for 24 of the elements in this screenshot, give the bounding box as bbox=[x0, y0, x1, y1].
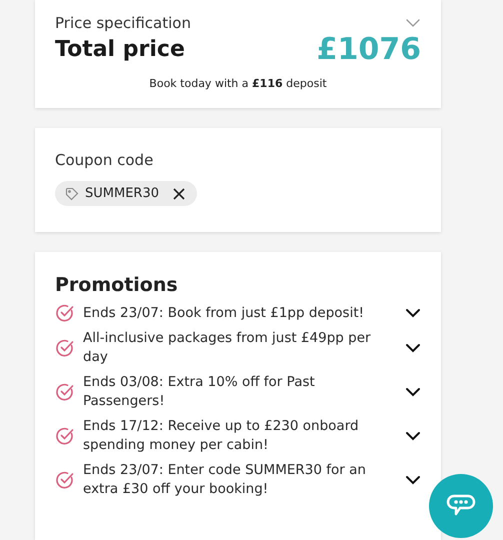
promotion-text: Ends 17/12: Receive up to £230 onboard spending money per cabin! bbox=[82, 417, 360, 455]
promotions-heading: Promotions bbox=[55, 274, 179, 296]
promotion-text: Ends 23/07: Enter code SUMMER30 for an extra £30 off your booking! bbox=[82, 461, 367, 499]
check-circle-icon bbox=[55, 338, 75, 358]
check-circle-icon bbox=[55, 382, 75, 402]
total-price-label: Total price bbox=[55, 37, 185, 62]
tag-icon bbox=[65, 186, 79, 200]
promotion-text: All-inclusive packages from just £49pp per day bbox=[82, 329, 372, 367]
promotion-text: Ends 03/08: Extra 10% off for Past Passengers! bbox=[82, 373, 316, 411]
deposit-note: Book today with a £116 deposit bbox=[148, 77, 328, 90]
total-price-amount: £1076 bbox=[316, 32, 421, 67]
close-icon[interactable] bbox=[173, 188, 185, 200]
check-circle-icon bbox=[55, 426, 75, 446]
chevron-down-icon[interactable] bbox=[405, 343, 421, 353]
promotion-text: Ends 23/07: Book from just £1pp deposit! bbox=[82, 304, 366, 322]
chevron-down-icon[interactable] bbox=[405, 475, 421, 485]
check-circle-icon bbox=[55, 303, 75, 323]
section-label: Price specification bbox=[55, 14, 191, 32]
chevron-down-icon[interactable] bbox=[405, 308, 421, 318]
chevron-down-icon[interactable] bbox=[405, 387, 421, 397]
check-circle-icon bbox=[55, 470, 75, 490]
chevron-down-icon[interactable] bbox=[405, 431, 421, 441]
coupon-code: SUMMER30 bbox=[85, 186, 159, 201]
coupon-label: Coupon code bbox=[55, 151, 154, 169]
